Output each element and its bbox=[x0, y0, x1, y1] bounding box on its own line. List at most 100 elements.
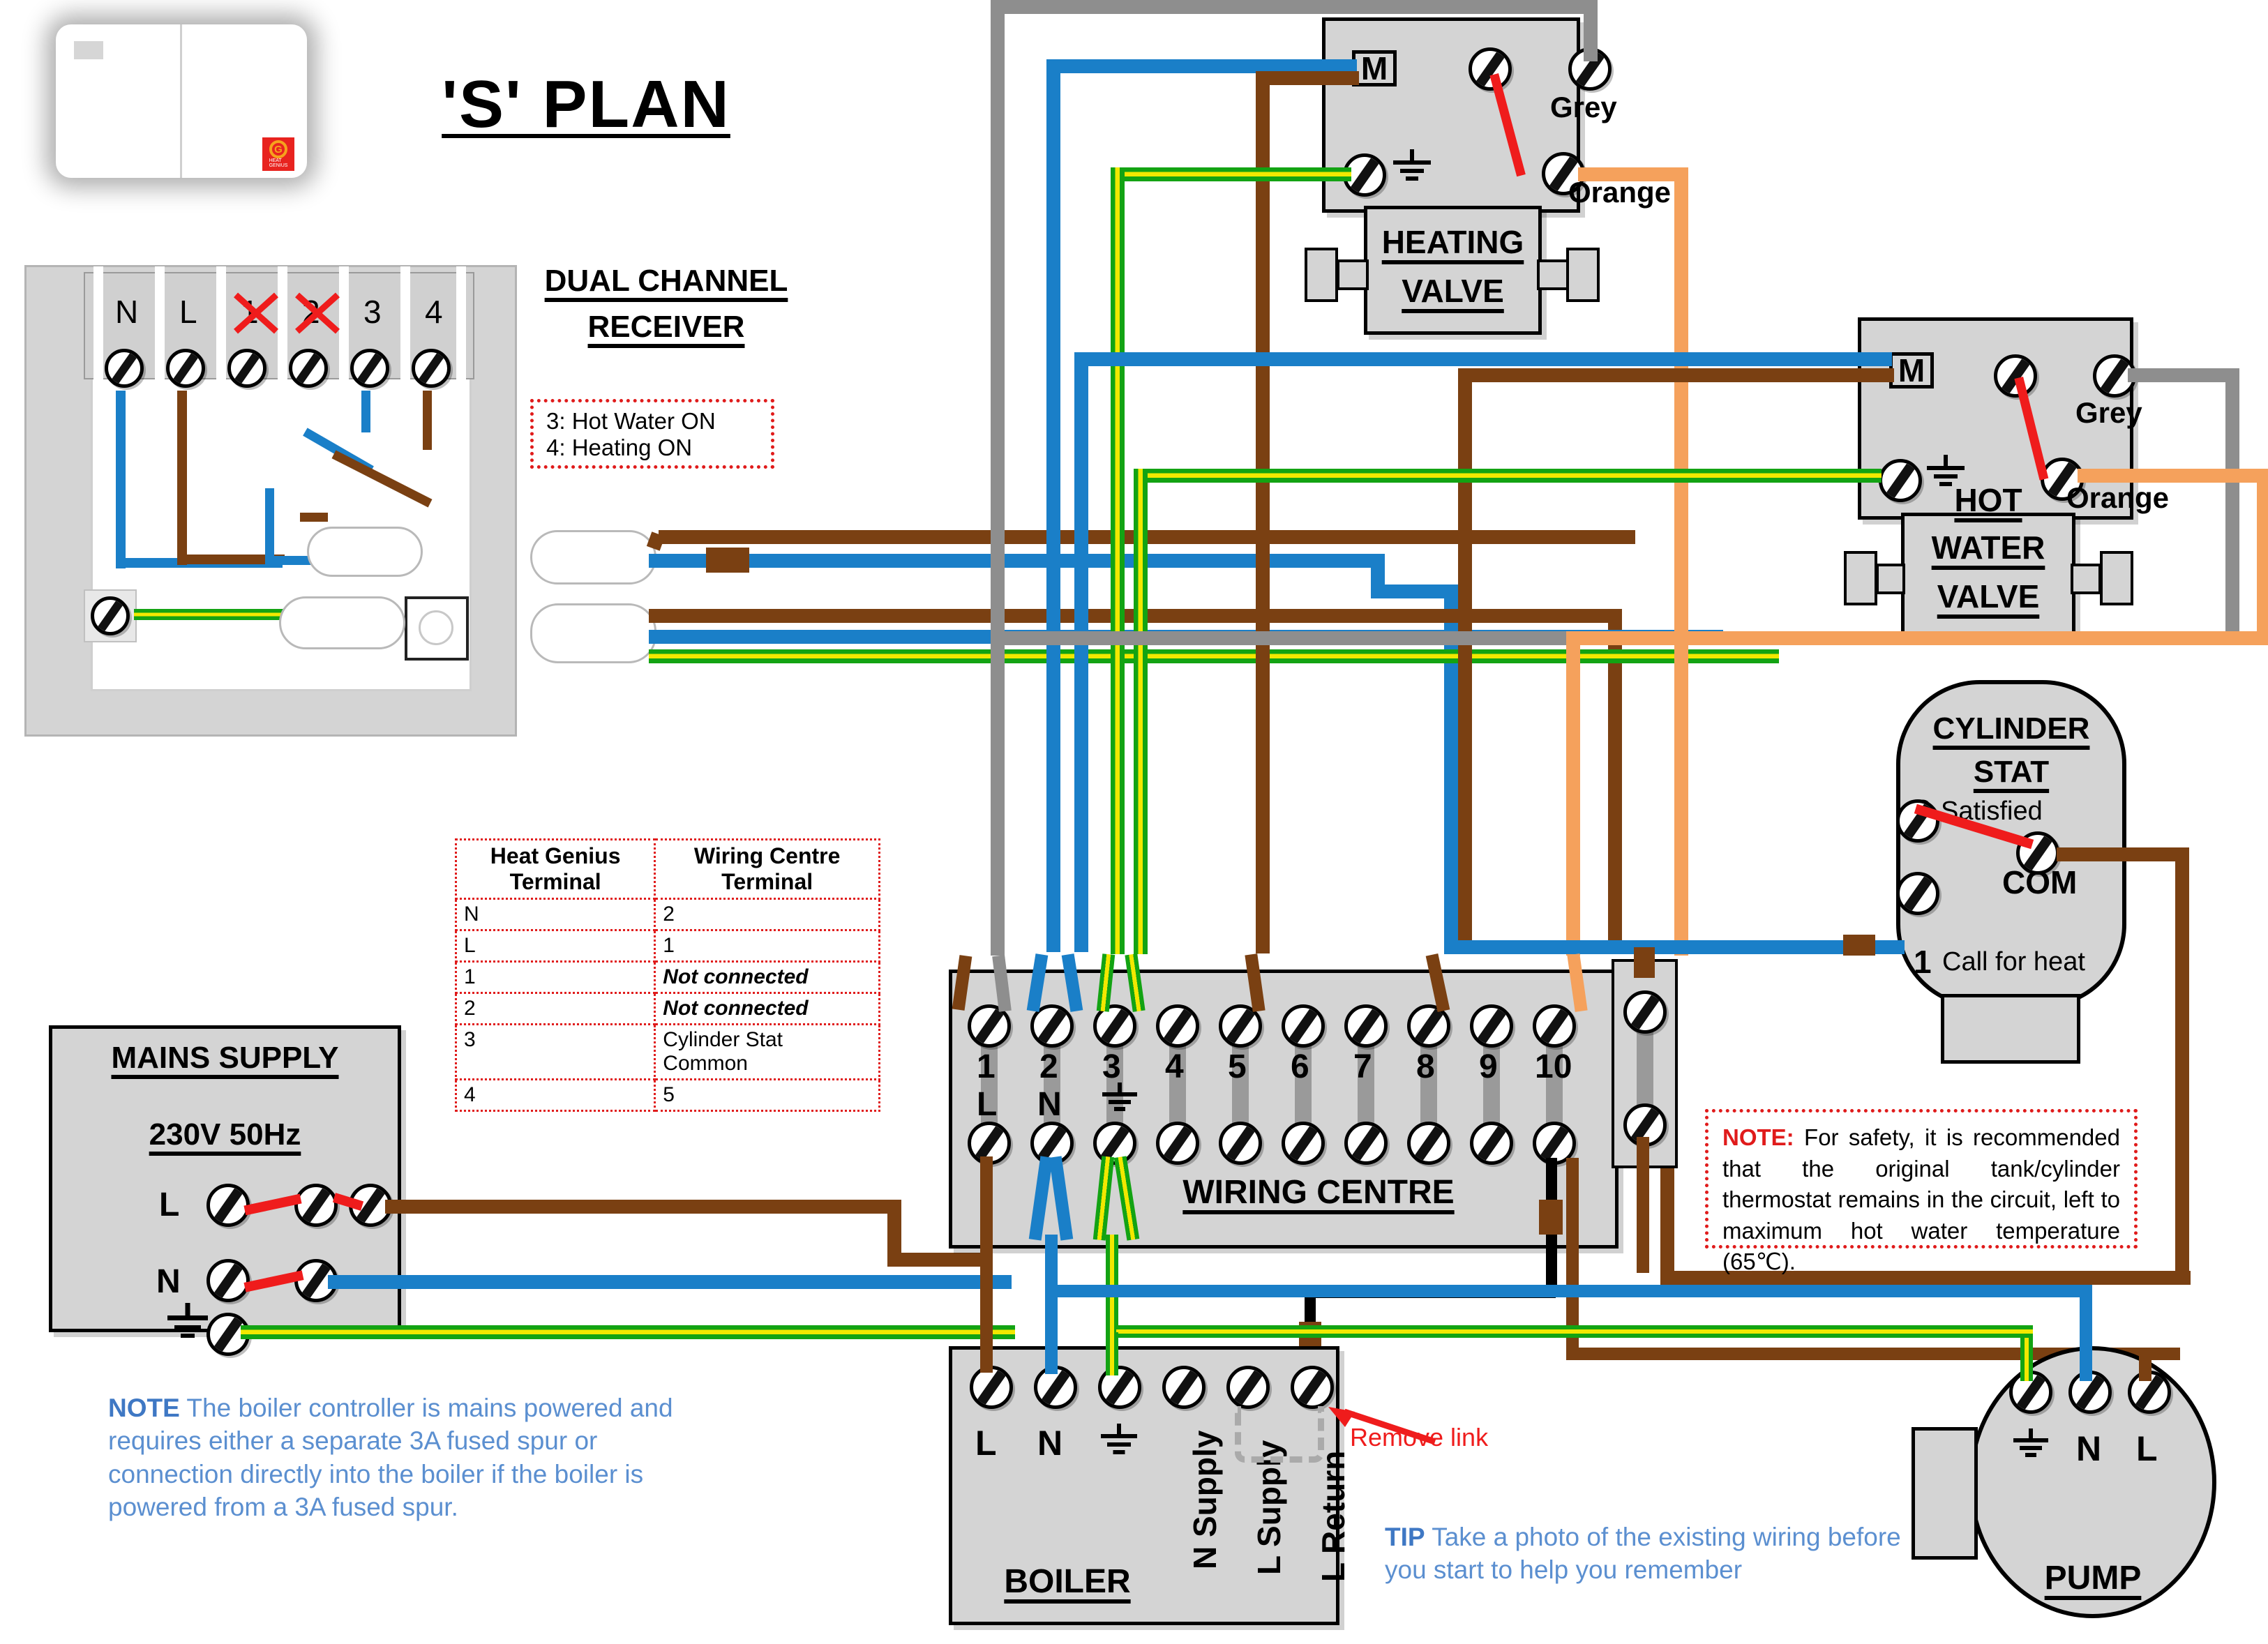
wire-hwv-grey-down bbox=[2225, 368, 2239, 644]
receiver-terminal-label-n: N bbox=[115, 294, 139, 330]
mains-screw-l-2[interactable] bbox=[294, 1184, 338, 1227]
receiver-screw-l[interactable] bbox=[166, 349, 205, 388]
terminal-mapping-table: Heat Genius Terminal Wiring Centre Termi… bbox=[454, 838, 880, 1112]
pump-label-l: L bbox=[2136, 1429, 2158, 1468]
hot-water-valve-title-line1: HOT bbox=[1954, 482, 2022, 518]
boiler-screw-l-return[interactable] bbox=[1291, 1366, 1334, 1409]
cell-wc: 2 bbox=[654, 898, 880, 931]
wire-pump-n-run bbox=[1046, 1285, 2086, 1297]
brand-logo: G HEAT GENIUS bbox=[262, 137, 294, 171]
wiring-centre-screw-top-4[interactable] bbox=[1156, 1004, 1199, 1048]
receiver-screw-3[interactable] bbox=[350, 349, 389, 388]
terminal-divider bbox=[456, 266, 466, 424]
wiring-centre-number-3: 3 bbox=[1102, 1048, 1121, 1085]
hot-water-valve-tab-left bbox=[1844, 551, 1877, 605]
wire-hwv-earth bbox=[1134, 469, 1882, 483]
mains-label-l: L bbox=[159, 1186, 180, 1223]
wiring-centre-number-4: 4 bbox=[1165, 1048, 1184, 1085]
receiver-terminal-label-l: L bbox=[179, 294, 197, 330]
hot-water-valve-tab-right bbox=[2100, 551, 2133, 605]
receiver-screw-4[interactable] bbox=[412, 349, 451, 388]
wiring-centre-screw-top-6[interactable] bbox=[1282, 1004, 1325, 1048]
safety-note-text: NOTE: For safety, it is recommended that… bbox=[1722, 1122, 2120, 1278]
boiler-controller-note: NOTE The boiler controller is mains powe… bbox=[108, 1392, 708, 1523]
receiver-title-line2: RECEIVER bbox=[587, 310, 745, 344]
wiring-centre-screw-bottom-8[interactable] bbox=[1407, 1122, 1450, 1165]
wiring-centre-number-7: 7 bbox=[1353, 1048, 1372, 1085]
cell-hg: 2 bbox=[454, 992, 656, 1025]
cell-hg: 3 bbox=[454, 1023, 656, 1080]
boiler-label-n-supply: N Supply bbox=[1187, 1430, 1223, 1569]
receiver-screw-n[interactable] bbox=[105, 349, 144, 388]
mains-screw-n-1[interactable] bbox=[206, 1259, 250, 1302]
boiler-screw-earth[interactable] bbox=[1098, 1366, 1141, 1409]
wire-stat-brown-down bbox=[2175, 847, 2189, 1283]
cross-out-icon-terminal-2 bbox=[290, 286, 345, 340]
receiver-legend-box: 3: Hot Water ON 4: Heating ON bbox=[530, 399, 774, 469]
pump-label-n: N bbox=[2076, 1429, 2102, 1468]
wire-receiver-4-end bbox=[300, 513, 328, 522]
wiring-centre-screw-bottom-6[interactable] bbox=[1282, 1122, 1325, 1165]
cylinder-stat-screw-1[interactable] bbox=[1896, 872, 1939, 915]
s-plan-wiring-diagram: G HEATGENIUS 'S' PLAN N L 1 2 3 4 bbox=[0, 0, 2268, 1644]
wiring-centre-screw-bottom-4[interactable] bbox=[1156, 1122, 1199, 1165]
boiler-note-body: The boiler controller is mains powered a… bbox=[108, 1394, 673, 1522]
cable-sleeve-upper-inner bbox=[307, 527, 423, 577]
boiler-link-bridge bbox=[1235, 1406, 1324, 1463]
terminal-divider bbox=[216, 266, 226, 424]
wire-aux-brown-out bbox=[1637, 1137, 1649, 1273]
wire-hwv-motor-blue bbox=[1074, 352, 1892, 366]
table-row: N2 bbox=[454, 898, 880, 931]
cylinder-stat-base bbox=[1941, 994, 2080, 1064]
auxiliary-screw-top[interactable] bbox=[1623, 990, 1667, 1034]
wiring-centre-screw-top-7[interactable] bbox=[1344, 1004, 1388, 1048]
hot-water-valve-screw-grey-in[interactable] bbox=[1994, 354, 2037, 398]
receiver-legend-item-1: 3: Hot Water ON bbox=[546, 408, 716, 434]
wire-hv-grey-down bbox=[991, 0, 1005, 666]
hot-water-valve-orange-label: Orange bbox=[2066, 481, 2170, 514]
earth-icon-boiler bbox=[1101, 1424, 1137, 1461]
wiring-centre-screw-top-8[interactable] bbox=[1407, 1004, 1450, 1048]
cylinder-stat-title-line1: CYLINDER bbox=[1932, 711, 2090, 746]
mains-supply-title: MAINS SUPPLY bbox=[111, 1041, 339, 1075]
wire-pump-earth-run bbox=[1116, 1325, 2033, 1338]
boiler-screw-l-supply[interactable] bbox=[1226, 1366, 1270, 1409]
wiring-centre-screw-bottom-5[interactable] bbox=[1219, 1122, 1262, 1165]
wiring-centre-screw-top-10[interactable] bbox=[1533, 1004, 1576, 1048]
wire-mains-earth-out bbox=[241, 1325, 1015, 1339]
wire-wc1-brown-out bbox=[980, 1156, 993, 1343]
wire-hwv-orange-right bbox=[2078, 469, 2268, 483]
wire-hv-earth bbox=[1111, 167, 1351, 181]
earth-icon-wiring-centre bbox=[1102, 1083, 1137, 1117]
wire-hv-grey-to-wc bbox=[991, 666, 1005, 956]
wire-joint-marker bbox=[706, 548, 749, 573]
wire-receiver-4 bbox=[423, 391, 432, 450]
cable-sleeve-lower-inner bbox=[279, 596, 405, 649]
wiring-centre-number-10: 10 bbox=[1535, 1048, 1572, 1085]
table-header-right: Wiring Centre Terminal bbox=[654, 838, 880, 900]
heating-valve-tab-left bbox=[1305, 248, 1338, 302]
receiver-screw-2[interactable] bbox=[289, 349, 328, 388]
mains-voltage: 230V 50Hz bbox=[149, 1117, 301, 1152]
hot-water-valve-grey-label: Grey bbox=[2075, 396, 2142, 429]
wiring-centre-number-6: 6 bbox=[1291, 1048, 1309, 1085]
receiver-screw-1[interactable] bbox=[227, 349, 266, 388]
wire-hw-blue-step2 bbox=[1371, 585, 1455, 598]
wiring-centre-screw-top-9[interactable] bbox=[1470, 1004, 1513, 1048]
wiring-centre-sublabel-n: N bbox=[1037, 1086, 1062, 1123]
cylinder-stat-title-line2: STAT bbox=[1973, 755, 2050, 789]
wire-stat-brown-out bbox=[2057, 847, 2189, 861]
receiver-screw-earth[interactable] bbox=[91, 596, 130, 635]
logo-ring-icon: G bbox=[269, 140, 287, 158]
wire-receiver-3-tail bbox=[265, 488, 274, 565]
cell-wc: Cylinder Stat Common bbox=[654, 1023, 880, 1080]
heating-valve-screw-grey-in[interactable] bbox=[1469, 47, 1512, 91]
wiring-centre-screw-bottom-7[interactable] bbox=[1344, 1122, 1388, 1165]
wire-pump-l bbox=[2139, 1349, 2151, 1381]
wiring-centre-screw-bottom-9[interactable] bbox=[1470, 1122, 1513, 1165]
wire-pump-n bbox=[2080, 1285, 2092, 1381]
receiver-faceplate: G HEAT GENIUS bbox=[56, 24, 307, 178]
cell-hg: N bbox=[454, 898, 656, 931]
boiler-screw-n-supply[interactable] bbox=[1162, 1366, 1206, 1409]
wiring-centre-sublabel-l: L bbox=[977, 1086, 998, 1123]
